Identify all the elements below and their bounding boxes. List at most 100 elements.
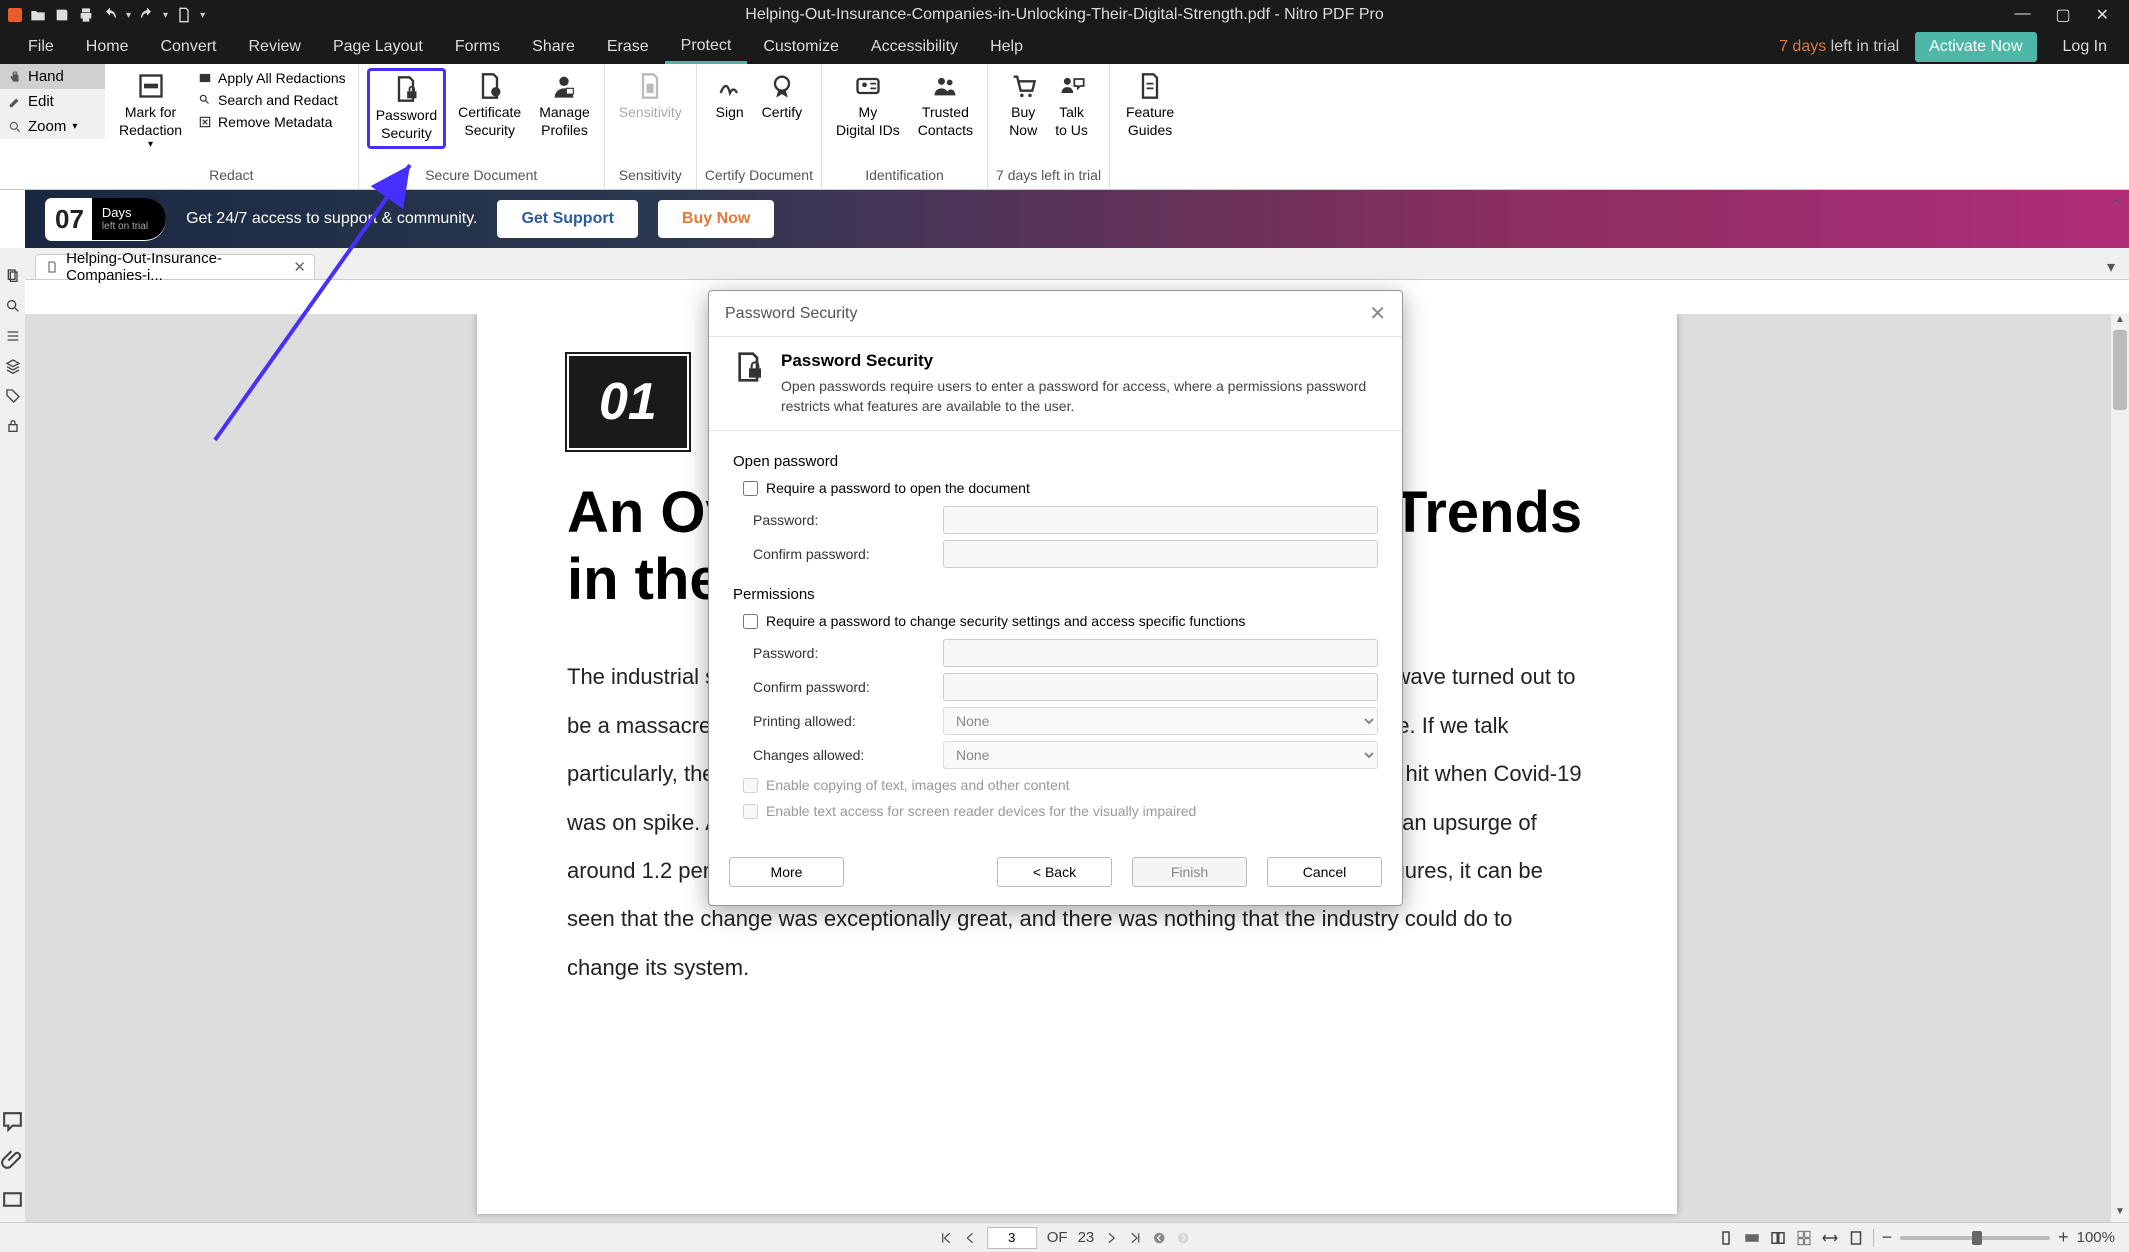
tags-panel-icon[interactable] [5, 388, 21, 404]
get-support-button[interactable]: Get Support [497, 200, 637, 238]
open-password-field: Password: [753, 506, 1378, 534]
menu-page-layout[interactable]: Page Layout [317, 32, 439, 62]
edit-tool[interactable]: Edit [0, 89, 105, 114]
activate-now-button[interactable]: Activate Now [1915, 32, 2036, 62]
open-confirm-input[interactable] [943, 540, 1378, 568]
nav-forward-icon[interactable] [1176, 1231, 1190, 1245]
page-total: 23 [1078, 1229, 1095, 1246]
page-number-input[interactable] [987, 1227, 1037, 1249]
scroll-down-icon[interactable]: ▼ [2111, 1206, 2129, 1222]
menu-help[interactable]: Help [974, 32, 1039, 62]
menu-file[interactable]: File [12, 32, 70, 62]
close-tab-icon[interactable]: ✕ [293, 258, 306, 276]
login-link[interactable]: Log In [2053, 38, 2117, 56]
menu-forms[interactable]: Forms [439, 32, 516, 62]
zoom-percent[interactable]: 100% [2077, 1229, 2115, 1246]
prev-page-icon[interactable] [963, 1231, 977, 1245]
nav-back-icon[interactable] [1152, 1231, 1166, 1245]
menu-convert[interactable]: Convert [144, 32, 232, 62]
menu-home[interactable]: Home [70, 32, 145, 62]
changes-allowed-select[interactable]: None [943, 741, 1378, 769]
scrollbar-thumb[interactable] [2113, 330, 2127, 410]
fit-page-icon[interactable] [1847, 1229, 1865, 1247]
apply-icon [198, 71, 212, 85]
open-folder-icon[interactable] [30, 7, 46, 23]
pages-panel-icon[interactable] [5, 268, 21, 284]
open-password-checkbox[interactable] [743, 481, 758, 496]
undo-icon[interactable] [102, 7, 118, 23]
view-single-icon[interactable] [1717, 1229, 1735, 1247]
undo-dropdown-icon[interactable]: ▾ [126, 10, 131, 21]
dialog-lock-icon [733, 351, 765, 383]
print-icon[interactable] [78, 7, 94, 23]
menu-accessibility[interactable]: Accessibility [855, 32, 974, 62]
view-facing-continuous-icon[interactable] [1795, 1229, 1813, 1247]
scroll-up-icon[interactable]: ▲ [2111, 314, 2129, 330]
permissions-checkbox-row[interactable]: Require a password to change security se… [743, 613, 1378, 629]
redo-icon[interactable] [139, 7, 155, 23]
fit-width-icon[interactable] [1821, 1229, 1839, 1247]
close-button[interactable]: ✕ [2096, 5, 2109, 25]
maximize-button[interactable]: ▢ [2055, 5, 2070, 25]
back-button[interactable]: < Back [997, 857, 1112, 887]
perm-confirm-input[interactable] [943, 673, 1378, 701]
layers-panel-icon[interactable] [5, 358, 21, 374]
printing-allowed-select[interactable]: None [943, 707, 1378, 735]
buy-now-promo-button[interactable]: Buy Now [658, 200, 774, 238]
talk-to-us-button[interactable]: Talk to Us [1049, 68, 1094, 143]
collapse-ribbon-icon[interactable]: ⌃ [2110, 196, 2123, 216]
page-icon[interactable] [176, 7, 192, 23]
my-digital-ids-button[interactable]: My Digital IDs [830, 68, 906, 143]
open-password-checkbox-row[interactable]: Require a password to open the document [743, 480, 1378, 496]
security-panel-icon[interactable] [5, 418, 21, 434]
sensitivity-button[interactable]: Sensitivity [613, 68, 688, 126]
vertical-scrollbar[interactable]: ▲ ▼ [2111, 314, 2129, 1222]
bookmarks-panel-icon[interactable] [5, 328, 21, 344]
finish-button[interactable]: Finish [1132, 857, 1247, 887]
output-panel-icon[interactable] [0, 1187, 25, 1212]
buy-now-button[interactable]: Buy Now [1003, 68, 1043, 143]
tab-menu-dropdown-icon[interactable]: ▾ [2107, 257, 2115, 277]
sign-button[interactable]: Sign [710, 68, 750, 126]
comments-panel-icon[interactable] [0, 1109, 25, 1134]
search-panel-icon[interactable] [5, 298, 21, 314]
first-page-icon[interactable] [939, 1231, 953, 1245]
manage-profiles-button[interactable]: Manage Profiles [533, 68, 596, 143]
menu-protect[interactable]: Protect [665, 31, 748, 64]
save-icon[interactable] [54, 7, 70, 23]
trusted-contacts-button[interactable]: Trusted Contacts [912, 68, 979, 143]
menu-erase[interactable]: Erase [591, 32, 665, 62]
document-tab[interactable]: Helping-Out-Insurance-Companies-i... ✕ [35, 254, 315, 279]
zoom-slider[interactable] [1900, 1236, 2050, 1240]
permissions-checkbox[interactable] [743, 614, 758, 629]
attachments-panel-icon[interactable] [0, 1148, 25, 1173]
certificate-security-button[interactable]: Certificate Security [452, 68, 527, 143]
apply-all-redactions[interactable]: Apply All Redactions [194, 68, 350, 88]
hand-tool[interactable]: Hand [0, 64, 105, 89]
search-and-redact[interactable]: Search and Redact [194, 90, 350, 110]
password-security-button[interactable]: Password Security [367, 68, 446, 149]
zoom-out-icon[interactable]: − [1882, 1227, 1893, 1248]
cancel-button[interactable]: Cancel [1267, 857, 1382, 887]
next-page-icon[interactable] [1104, 1231, 1118, 1245]
remove-metadata[interactable]: Remove Metadata [194, 112, 350, 132]
menu-customize[interactable]: Customize [747, 32, 855, 62]
open-password-input[interactable] [943, 506, 1378, 534]
zoom-slider-thumb[interactable] [1972, 1231, 1982, 1245]
view-continuous-icon[interactable] [1743, 1229, 1761, 1247]
view-facing-icon[interactable] [1769, 1229, 1787, 1247]
more-button[interactable]: More [729, 857, 844, 887]
certify-button[interactable]: Certify [756, 68, 808, 126]
minimize-button[interactable]: — [2014, 5, 2030, 25]
dialog-close-icon[interactable]: ✕ [1369, 301, 1386, 326]
zoom-in-icon[interactable]: + [2058, 1227, 2069, 1248]
feature-guides-button[interactable]: Feature Guides [1120, 68, 1180, 143]
zoom-tool[interactable]: Zoom ▾ [0, 114, 105, 139]
menu-review[interactable]: Review [233, 32, 317, 62]
redo-dropdown-icon[interactable]: ▾ [163, 10, 168, 21]
perm-password-input[interactable] [943, 639, 1378, 667]
menu-share[interactable]: Share [516, 32, 591, 62]
mark-for-redaction-button[interactable]: Mark for Redaction▾ [113, 68, 188, 156]
last-page-icon[interactable] [1128, 1231, 1142, 1245]
page-dropdown-icon[interactable]: ▾ [200, 10, 205, 21]
